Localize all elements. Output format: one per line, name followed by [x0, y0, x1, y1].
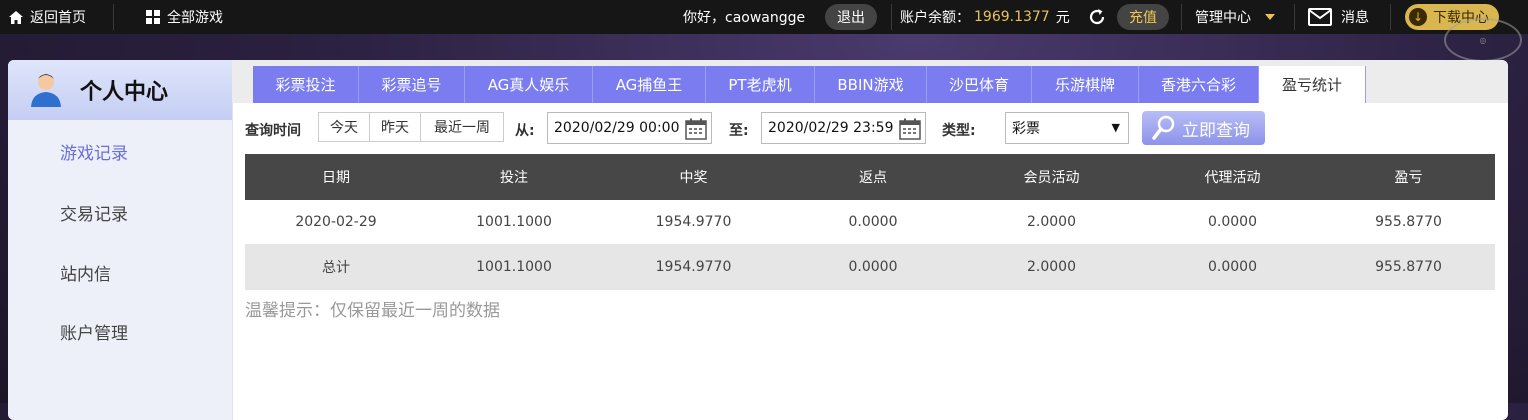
type-select[interactable]: 彩票 ▼	[1005, 112, 1129, 144]
balance-unit: 元	[1055, 10, 1070, 26]
column-header-date: 日期	[245, 154, 427, 200]
cell-date: 2020-02-29	[245, 200, 427, 245]
column-header-win: 中奖	[601, 154, 786, 200]
type-label: 类型:	[942, 123, 976, 139]
tab-lottery-bet[interactable]: 彩票投注	[253, 66, 359, 103]
table-header-row: 日期 投注 中奖 返点 会员活动 代理活动 盈亏	[245, 154, 1495, 200]
download-icon: ↓	[1409, 8, 1427, 26]
sidebar-item-game-records[interactable]: 游戏记录	[60, 139, 128, 164]
home-icon	[9, 10, 23, 24]
all-games-label: 全部游戏	[167, 10, 223, 26]
messages-label: 消息	[1341, 10, 1369, 26]
divider	[113, 4, 114, 30]
to-label: 至:	[729, 123, 749, 139]
messages-link[interactable]: 消息	[1308, 0, 1369, 34]
cell-total-agent-activity: 0.0000	[1143, 244, 1322, 290]
home-label: 返回首页	[30, 10, 86, 26]
cell-bet: 1001.1000	[427, 200, 601, 245]
calendar-icon[interactable]	[685, 118, 707, 140]
home-link[interactable]: 返回首页	[8, 0, 86, 34]
logout-wrap: 退出	[825, 0, 877, 34]
tab-profit-loss[interactable]: 盈亏统计	[1259, 66, 1366, 103]
cell-member-activity: 2.0000	[960, 200, 1143, 245]
refresh-button[interactable]	[1087, 0, 1107, 34]
sidebar-item-inbox[interactable]: 站内信	[60, 260, 111, 285]
manage-label: 管理中心	[1195, 10, 1251, 26]
cell-total-bet: 1001.1000	[427, 244, 601, 290]
tab-saba-sports[interactable]: 沙巴体育	[927, 66, 1032, 103]
last-week-button[interactable]: 最近一周	[420, 112, 504, 142]
to-date-field[interactable]: 2020/02/29 23:59	[761, 112, 926, 144]
from-date-value: 2020/02/29 00:00	[554, 120, 680, 136]
type-select-value: 彩票	[1012, 121, 1040, 137]
cell-agent-activity: 0.0000	[1143, 200, 1322, 245]
table-total-row: 总计 1001.1000 1954.9770 0.0000 2.0000 0.0…	[245, 244, 1495, 290]
dropdown-arrow-icon: ▼	[1111, 121, 1120, 134]
sidebar-item-account[interactable]: 账户管理	[60, 319, 128, 344]
balance-value: 1969.1377	[974, 9, 1050, 25]
top-bar: 返回首页 全部游戏 你好，caowangge 退出 账户余额： 1969.137…	[0, 0, 1528, 34]
sidebar-title: 个人中心	[80, 80, 169, 105]
today-button[interactable]: 今天	[318, 112, 370, 142]
from-date-field[interactable]: 2020/02/29 00:00	[547, 112, 712, 144]
column-header-bet: 投注	[427, 154, 601, 200]
divider	[1294, 4, 1295, 30]
column-header-rebate: 返点	[786, 154, 960, 200]
recharge-button[interactable]: 充值	[1117, 4, 1169, 30]
profit-loss-table: 日期 投注 中奖 返点 会员活动 代理活动 盈亏 2020-02-29 1001…	[245, 154, 1495, 290]
cell-win: 1954.9770	[601, 200, 786, 245]
user-avatar-icon	[31, 74, 61, 107]
cell-profit: 955.8770	[1322, 200, 1495, 245]
from-label: 从:	[515, 123, 535, 139]
sidebar-header: 个人中心	[8, 60, 232, 120]
divider	[1181, 4, 1182, 30]
balance: 账户余额： 1969.1377 元	[900, 0, 1070, 34]
tab-pt-slots[interactable]: PT老虎机	[706, 66, 815, 103]
tab-hk-mark-six[interactable]: 香港六合彩	[1139, 66, 1259, 103]
manage-menu[interactable]: 管理中心	[1195, 0, 1275, 34]
cell-total-profit: 955.8770	[1322, 244, 1495, 290]
caret-down-icon	[1265, 14, 1275, 20]
grid-icon	[146, 10, 160, 24]
cell-total-label: 总计	[245, 244, 427, 290]
tab-ag-fishing[interactable]: AG捕鱼王	[593, 66, 706, 103]
cell-rebate: 0.0000	[786, 200, 960, 245]
search-button-label: 立即查询	[1182, 120, 1250, 141]
column-header-member-activity: 会员活动	[960, 154, 1143, 200]
tab-ag-live[interactable]: AG真人娱乐	[465, 66, 593, 103]
retention-tip: 温馨提示：仅保留最近一周的数据	[245, 301, 500, 321]
balance-label: 账户余额：	[900, 10, 970, 26]
recharge-wrap: 充值	[1117, 0, 1169, 34]
tab-lottery-chase[interactable]: 彩票追号	[359, 66, 465, 103]
cell-total-member-activity: 2.0000	[960, 244, 1143, 290]
all-games-link[interactable]: 全部游戏	[145, 0, 223, 34]
search-button[interactable]: 立即查询	[1142, 111, 1265, 145]
tab-bbin[interactable]: BBIN游戏	[815, 66, 927, 103]
greeting: 你好，caowangge	[683, 10, 806, 26]
logout-button[interactable]: 退出	[825, 4, 877, 30]
to-date-value: 2020/02/29 23:59	[768, 120, 894, 136]
watermark-stamp: ◎	[1444, 18, 1522, 62]
cell-total-win: 1954.9770	[601, 244, 786, 290]
calendar-icon[interactable]	[899, 118, 921, 140]
column-header-profit: 盈亏	[1322, 154, 1495, 200]
query-time-label: 查询时间	[245, 123, 301, 139]
sidebar-item-transactions[interactable]: 交易记录	[60, 200, 128, 225]
main-panel: 个人中心 游戏记录 交易记录 站内信 账户管理 彩票投注 彩票追号 AG真人娱乐…	[8, 60, 1508, 420]
sidebar: 个人中心 游戏记录 交易记录 站内信 账户管理	[8, 60, 233, 420]
column-header-agent-activity: 代理活动	[1143, 154, 1322, 200]
refresh-icon	[1089, 9, 1105, 25]
cell-total-rebate: 0.0000	[786, 244, 960, 290]
magnifier-icon	[1152, 115, 1175, 140]
yesterday-button[interactable]: 昨天	[369, 112, 421, 142]
table-row: 2020-02-29 1001.1000 1954.9770 0.0000 2.…	[245, 200, 1495, 245]
tab-leyou-chess[interactable]: 乐游棋牌	[1032, 66, 1139, 103]
divider	[891, 4, 892, 30]
mail-icon	[1308, 8, 1332, 26]
divider	[1390, 4, 1391, 30]
